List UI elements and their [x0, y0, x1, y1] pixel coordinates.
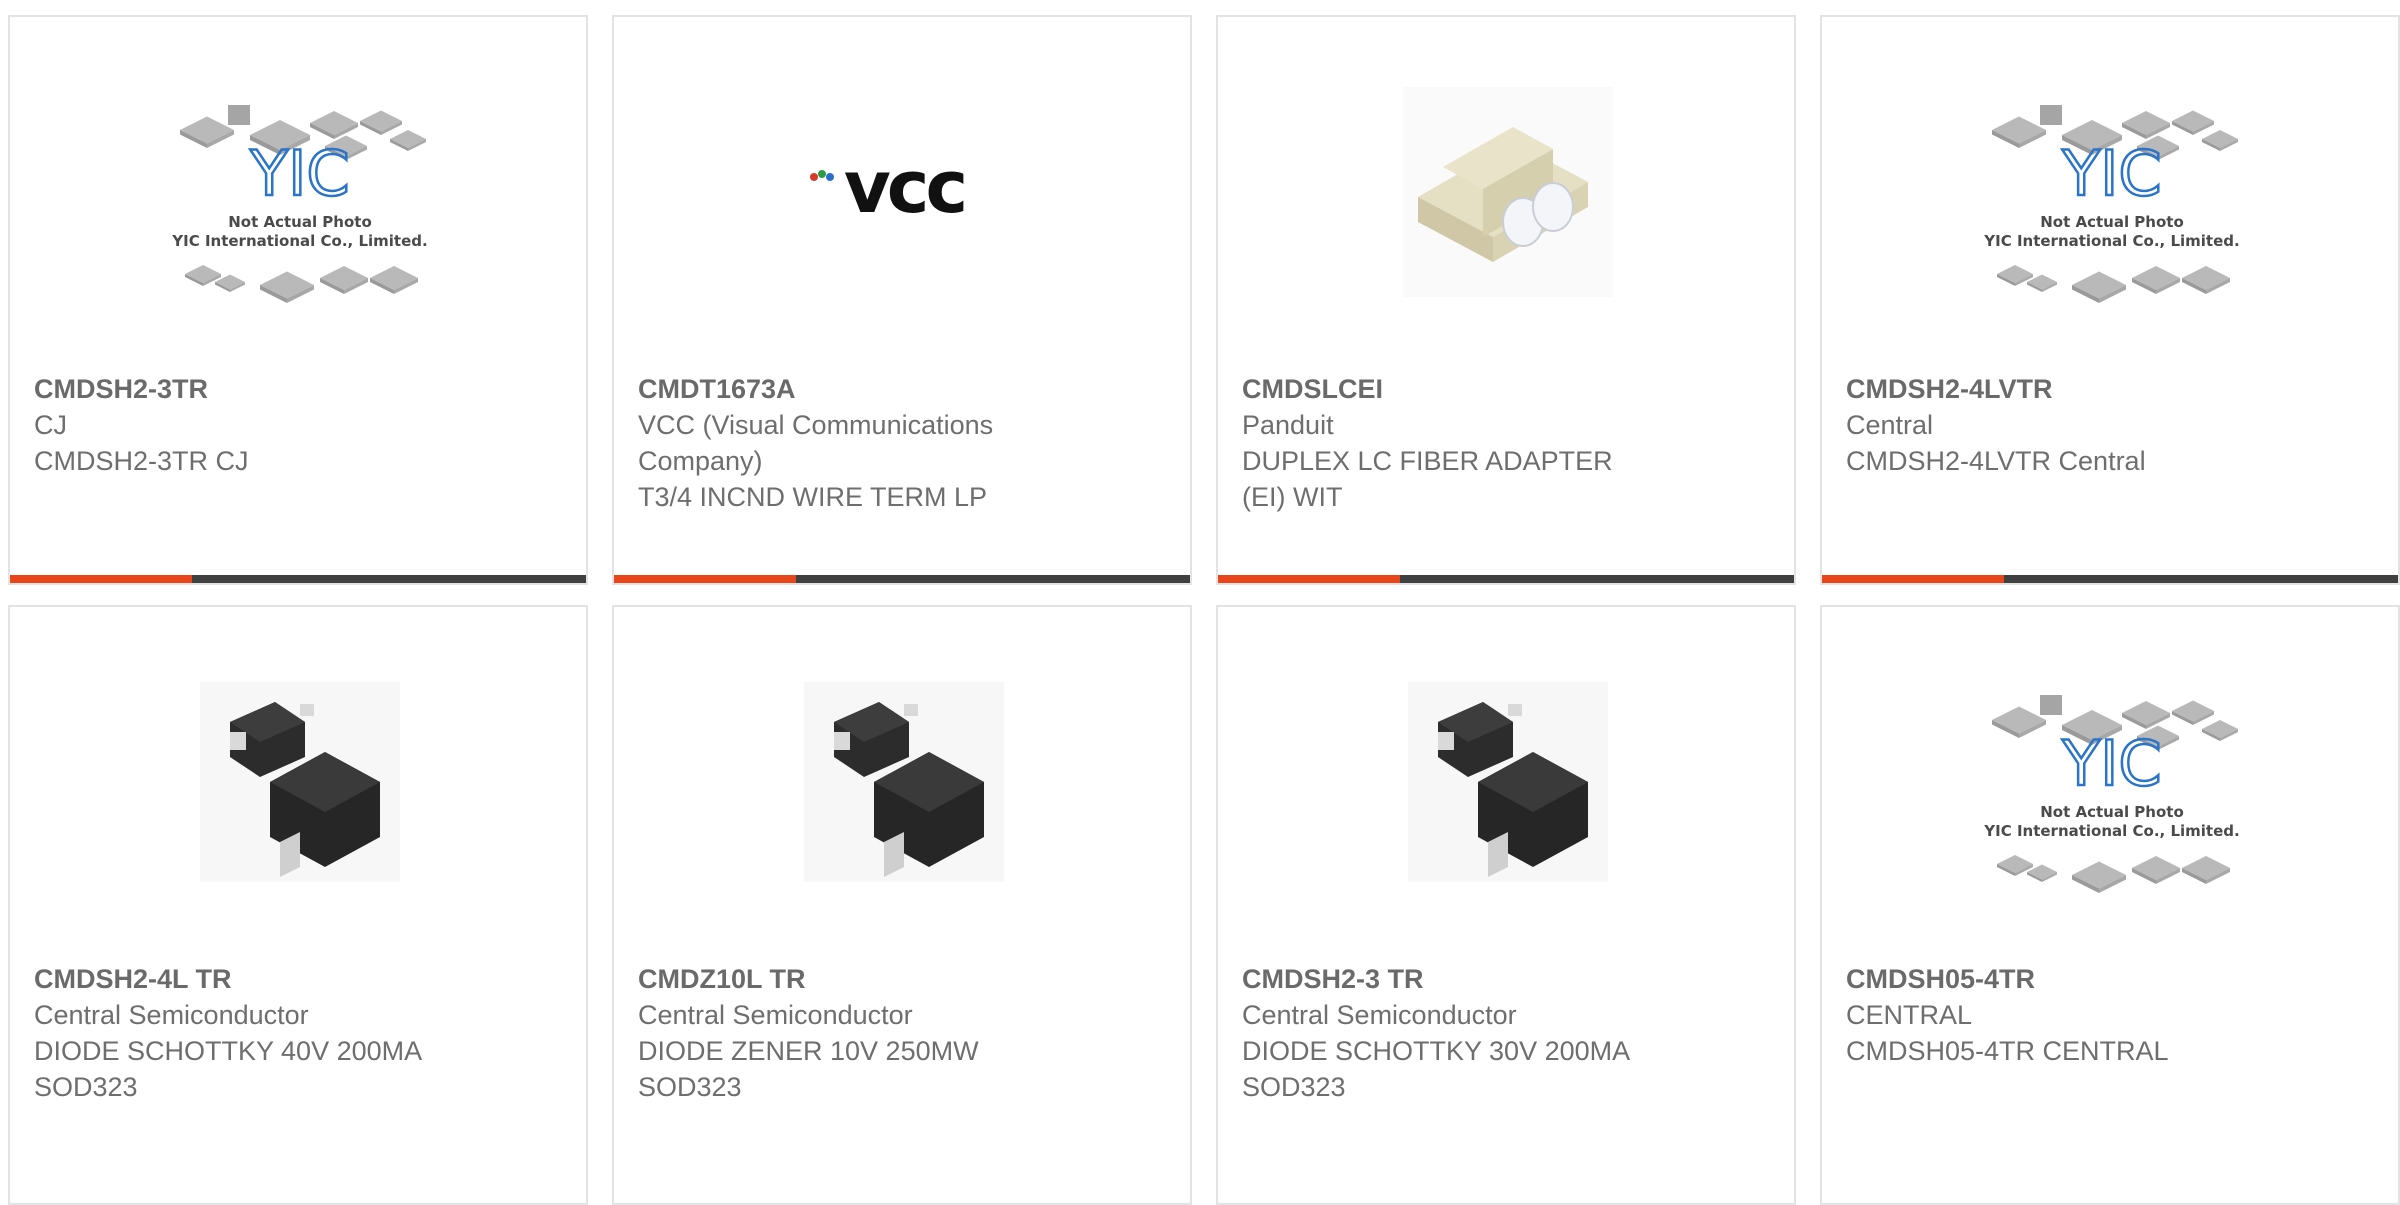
product-card-cmdsh2-3-tr[interactable]: CMDSH2-3 TR Central Semiconductor DIODE … [1216, 605, 1796, 1205]
placeholder-company: YIC International Co., Limited. [1983, 822, 2239, 840]
product-description-continued: (EI) WIT [1242, 482, 1343, 512]
part-number-link[interactable]: CMDT1673A [638, 371, 1166, 407]
vcc-logo-icon: vcc [810, 152, 968, 229]
yic-logo-icon: YIC [2061, 727, 2161, 800]
card-accent-bar [1822, 575, 2004, 583]
manufacturer-name: Central Semiconductor [34, 1000, 309, 1030]
product-info: CMDSH2-4LVTR Central CMDSH2-4LVTR Centra… [1846, 371, 2374, 479]
placeholder-caption: Not Actual Photo [228, 213, 372, 231]
part-number-link[interactable]: CMDSH2-4L TR [34, 961, 562, 997]
yic-logo-icon: YIC [2061, 137, 2161, 210]
product-card-cmdt1673a[interactable]: vcc CMDT1673A VCC (Visual Communications… [612, 15, 1192, 585]
fiber-adapter-photo-icon [1403, 87, 1613, 297]
product-info: CMDZ10L TR Central Semiconductor DIODE Z… [638, 961, 1166, 1105]
product-card-cmdsh2-4l-tr[interactable]: CMDSH2-4L TR Central Semiconductor DIODE… [8, 605, 588, 1205]
product-description: CMDSH05-4TR CENTRAL [1846, 1036, 2169, 1066]
product-image[interactable] [160, 667, 440, 897]
product-image[interactable]: YIC Not Actual Photo YIC International Co.… [160, 77, 440, 307]
product-description: DIODE ZENER 10V 250MW [638, 1036, 979, 1066]
yic-logo-icon: YIC [249, 137, 349, 210]
product-image[interactable]: YIC Not Actual Photo YIC International Co.… [1972, 77, 2252, 307]
card-accent-bar [614, 575, 796, 583]
product-info: CMDT1673A VCC (Visual Communications Com… [638, 371, 1166, 515]
part-number-link[interactable]: CMDSH2-3 TR [1242, 961, 1770, 997]
manufacturer-name: Panduit [1242, 410, 1334, 440]
manufacturer-name: VCC (Visual Communications [638, 410, 994, 440]
manufacturer-name: CENTRAL [1846, 1000, 1973, 1030]
placeholder-caption: Not Actual Photo [2040, 213, 2184, 231]
product-card-cmdsh05-4tr[interactable]: YIC Not Actual Photo YIC International Co.… [1820, 605, 2400, 1205]
product-image[interactable] [1368, 77, 1648, 307]
card-bottom-bar [614, 575, 1190, 583]
product-description: DUPLEX LC FIBER ADAPTER [1242, 446, 1613, 476]
placeholder-company: YIC International Co., Limited. [171, 232, 427, 250]
product-description-continued: SOD323 [34, 1072, 138, 1102]
product-description-continued: SOD323 [638, 1072, 742, 1102]
product-card-cmdsh2-4lvtr[interactable]: YIC Not Actual Photo YIC International Co.… [1820, 15, 2400, 585]
product-description: CMDSH2-3TR CJ [34, 446, 249, 476]
product-card-cmdsh2-3tr[interactable]: YIC Not Actual Photo YIC International Co.… [8, 15, 588, 585]
manufacturer-name: Central Semiconductor [638, 1000, 913, 1030]
product-info: CMDSLCEI Panduit DUPLEX LC FIBER ADAPTER… [1242, 371, 1770, 515]
manufacturer-name: CJ [34, 410, 67, 440]
placeholder-photo-icon: YIC Not Actual PhotoYIC International Co.… [1983, 105, 2240, 303]
part-number-link[interactable]: CMDSH2-3TR [34, 371, 562, 407]
part-number-link[interactable]: CMDSLCEI [1242, 371, 1770, 407]
sod323-package-photo-icon [804, 682, 1004, 882]
product-card-cmdz10l-tr[interactable]: CMDZ10L TR Central Semiconductor DIODE Z… [612, 605, 1192, 1205]
placeholder-photo-icon: YIC Not Actual PhotoYIC International Co.… [171, 105, 428, 303]
product-image[interactable]: YIC Not Actual Photo YIC International Co.… [1972, 667, 2252, 897]
placeholder-photo-icon: YIC Not Actual PhotoYIC International Co.… [1983, 695, 2240, 893]
manufacturer-name: Central [1846, 410, 1934, 440]
part-number-link[interactable]: CMDSH2-4LVTR [1846, 371, 2374, 407]
part-number-link[interactable]: CMDSH05-4TR [1846, 961, 2374, 997]
part-number-link[interactable]: CMDZ10L TR [638, 961, 1166, 997]
manufacturer-name: Central Semiconductor [1242, 1000, 1517, 1030]
card-bottom-bar [1822, 575, 2398, 583]
placeholder-company: YIC International Co., Limited. [1983, 232, 2239, 250]
product-info: CMDSH2-4L TR Central Semiconductor DIODE… [34, 961, 562, 1105]
card-accent-bar [1218, 575, 1400, 583]
product-image[interactable] [1368, 667, 1648, 897]
card-bottom-bar [10, 575, 586, 583]
product-info: CMDSH05-4TR CENTRAL CMDSH05-4TR CENTRAL [1846, 961, 2374, 1069]
product-grid: YIC Not Actual Photo YIC International Co.… [0, 0, 2400, 1205]
product-info: CMDSH2-3 TR Central Semiconductor DIODE … [1242, 961, 1770, 1105]
card-accent-bar [10, 575, 192, 583]
product-description: DIODE SCHOTTKY 40V 200MA [34, 1036, 423, 1066]
sod323-package-photo-icon [200, 682, 400, 882]
product-image[interactable]: vcc [764, 77, 1044, 307]
svg-text:vcc: vcc [844, 152, 964, 229]
product-description: T3/4 INCND WIRE TERM LP [638, 482, 988, 512]
product-description: CMDSH2-4LVTR Central [1846, 446, 2146, 476]
placeholder-caption: Not Actual Photo [2040, 803, 2184, 821]
manufacturer-name-continued: Company) [638, 446, 763, 476]
product-description: DIODE SCHOTTKY 30V 200MA [1242, 1036, 1631, 1066]
card-bottom-bar [1218, 575, 1794, 583]
product-description-continued: SOD323 [1242, 1072, 1346, 1102]
product-info: CMDSH2-3TR CJ CMDSH2-3TR CJ [34, 371, 562, 479]
product-card-cmdslcei[interactable]: CMDSLCEI Panduit DUPLEX LC FIBER ADAPTER… [1216, 15, 1796, 585]
product-image[interactable] [764, 667, 1044, 897]
sod323-package-photo-icon [1408, 682, 1608, 882]
